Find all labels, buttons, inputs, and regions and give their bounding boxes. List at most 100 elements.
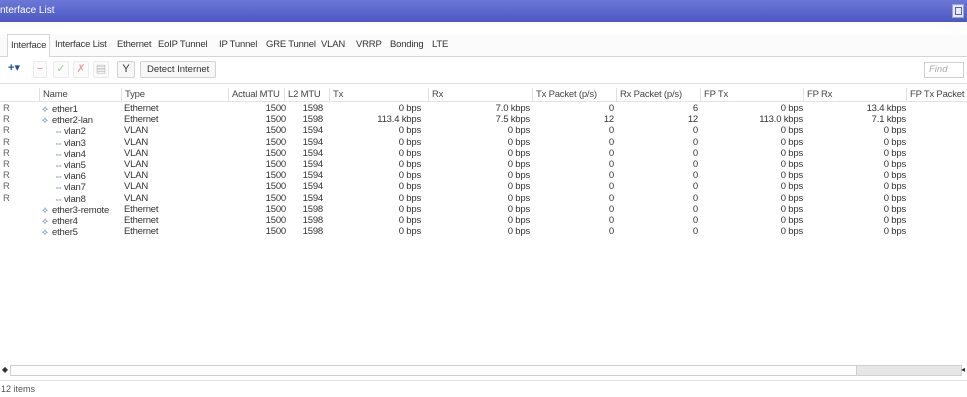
cell-flag: R [3,159,10,170]
cell-name: ⟡ ether1 [42,103,122,115]
tab-gre-tunnel[interactable]: GRE Tunnel [266,39,316,50]
detect-internet-button[interactable]: Detect Internet [140,61,217,78]
cell-tx: 0 bps [398,203,421,215]
col-rx-packet[interactable]: Rx Packet (p/s) [616,88,700,101]
cell-mtu: 1500 [265,125,287,137]
table-row[interactable]: ⟡ ether5 Ethernet 1500 1598 0 bps 0 bps 0 0 0 bps… [0,226,967,238]
cell-rxp: 0 [692,136,698,148]
col-tx-packet[interactable]: Tx Packet (p/s) [532,88,616,101]
tab-vlan[interactable]: VLAN [321,39,345,50]
scroll-left-icon[interactable]: ◆ [1,364,9,375]
add-button[interactable]: +▾ [3,61,25,78]
tab-interface[interactable]: Interface [7,34,51,57]
cell-txp: 0 [608,136,614,148]
col-l2-mtu[interactable]: L2 MTU [284,88,328,101]
table-row[interactable]: R ⟡ ether1 Ethernet 1500 1598 0 bps 7.0 kbps 0 6 0… [0,103,967,115]
col-tx[interactable]: Tx [329,88,429,101]
vlan-icon: ⇔ [54,193,63,204]
cell-rx: 0 bps [507,203,530,215]
add-icon: +▾ [8,62,20,74]
table-row[interactable]: R ⇔vlan2 VLAN 1500 1594 0 bps 0 bps 0 0 0 bps 0 bp… [0,125,967,137]
cell-fptx: 0 bps [780,136,803,148]
table-row[interactable]: R ⇔vlan8 VLAN 1500 1594 0 bps 0 bps 0 0 0 bps 0 bp… [0,193,967,205]
cell-fprx: 0 bps [883,192,906,204]
cell-tx: 0 bps [398,192,421,204]
scroll-right-icon[interactable]: ◂ [961,364,967,375]
table-row[interactable]: R ⇔vlan4 VLAN 1500 1594 0 bps 0 bps 0 0 0 bps 0 bp… [0,148,967,160]
tab-vrrp[interactable]: VRRP [356,39,382,50]
cell-tx: 113.4 kbps [377,114,421,126]
col-name[interactable]: Name [39,88,121,101]
cell-fptx: 0 bps [780,181,803,193]
table-row[interactable]: R ⇔vlan3 VLAN 1500 1594 0 bps 0 bps 0 0 0 bps 0 bp… [0,137,967,149]
table-row[interactable]: ⟡ ether4 Ethernet 1500 1598 0 bps 0 bps 0 0 0 bps… [0,215,967,227]
enable-button[interactable]: ✓ [53,61,69,78]
cell-mtu: 1500 [265,226,287,238]
cell-name: ⇔vlan2 [42,125,134,137]
cell-rxp: 0 [692,203,698,215]
col-type[interactable]: Type [121,88,225,101]
cell-rxp: 0 [692,125,698,137]
cell-txp: 0 [608,147,614,159]
col-fp-tx-packet[interactable]: FP Tx Packet (▾ [906,88,967,101]
cell-txp: 0 [608,181,614,193]
table-row[interactable]: R ⇔vlan5 VLAN 1500 1594 0 bps 0 bps 0 0 0 bps 0 bp… [0,159,967,171]
maximize-icon[interactable] [952,4,964,18]
vlan-icon: ⇔ [54,126,63,137]
col-actual-mtu[interactable]: Actual MTU [228,88,287,101]
tab-ip-tunnel[interactable]: IP Tunnel [219,39,257,50]
filter-button[interactable]: Y [117,61,135,78]
cross-icon: ✗ [76,63,86,75]
tab-ethernet[interactable]: Ethernet [117,39,152,50]
tab-eoip-tunnel[interactable]: EoIP Tunnel [158,39,208,50]
cell-mtu: 1500 [265,181,287,193]
cell-name: ⇔vlan4 [42,148,134,160]
table-row[interactable]: ⟡ ether3-remote Ethernet 1500 1598 0 bps 0 bps… [0,204,967,216]
cell-flag: R [3,114,10,126]
cell-rx: 0 bps [507,125,530,137]
find-input[interactable]: Find [924,62,964,78]
vlan-icon: ⇔ [54,182,63,193]
scrollbar-thumb[interactable] [856,365,962,376]
cell-flag [3,226,13,238]
col-fp-tx[interactable]: FP Tx [700,88,804,101]
cell-flag: R [3,192,10,204]
cell-l2mtu: 1598 [302,215,324,226]
cell-mtu: 1500 [265,114,287,126]
cell-fprx: 0 bps [883,170,906,182]
cell-tx: 0 bps [398,215,421,226]
disable-button[interactable]: ✗ [73,61,89,78]
table-row[interactable]: R ⇔vlan7 VLAN 1500 1594 0 bps 0 bps 0 0 0 bps 0 bp… [0,181,967,193]
tab-interface-list[interactable]: Interface List [55,39,107,50]
cell-type: Ethernet [124,203,159,215]
ethernet-icon: ⟡ [42,104,48,114]
scrollbar-track[interactable] [10,365,858,376]
tab-lte[interactable]: LTE [432,39,448,50]
horizontal-scrollbar[interactable]: ◆ ◂ [0,364,967,376]
cell-flag: R [3,181,10,193]
ethernet-icon: ⟡ [42,115,48,126]
table-row[interactable]: R ⟡ ether2-lan Ethernet 1500 1598 113.4 kbps 7.… [0,114,967,126]
col-fp-rx[interactable]: FP Rx [803,88,907,101]
ethernet-icon: ⟡ [42,216,48,226]
tab-bonding[interactable]: Bonding [390,39,424,50]
cell-type: VLAN [124,125,149,137]
cell-name: ⟡ ether3-remote [42,204,122,216]
col-rx[interactable]: Rx [428,88,532,101]
cell-fprx: 0 bps [883,181,906,193]
comment-button[interactable]: ▤ [93,61,109,78]
cell-fptx: 0 bps [780,203,803,215]
cell-tx: 0 bps [398,136,421,148]
toolbar: +▾ − ✓ ✗ ▤ Y Detect Internet Find [0,57,967,84]
cell-txp: 0 [608,192,614,204]
remove-button[interactable]: − [33,61,47,78]
table-header: Name Type Actual MTU L2 MTU Tx Rx Tx Pac… [0,88,967,102]
table-row[interactable]: R ⇔vlan6 VLAN 1500 1594 0 bps 0 bps 0 0 0 bps 0 bp… [0,170,967,182]
cell-fptx: 0 bps [780,159,803,170]
cell-rx: 0 bps [507,136,530,148]
window-titlebar: nterface List [0,0,967,22]
cell-flag: R [3,147,10,159]
cell-fptx: 0 bps [780,147,803,159]
cell-name: ⟡ ether5 [42,226,122,238]
cell-rxp: 0 [692,147,698,159]
